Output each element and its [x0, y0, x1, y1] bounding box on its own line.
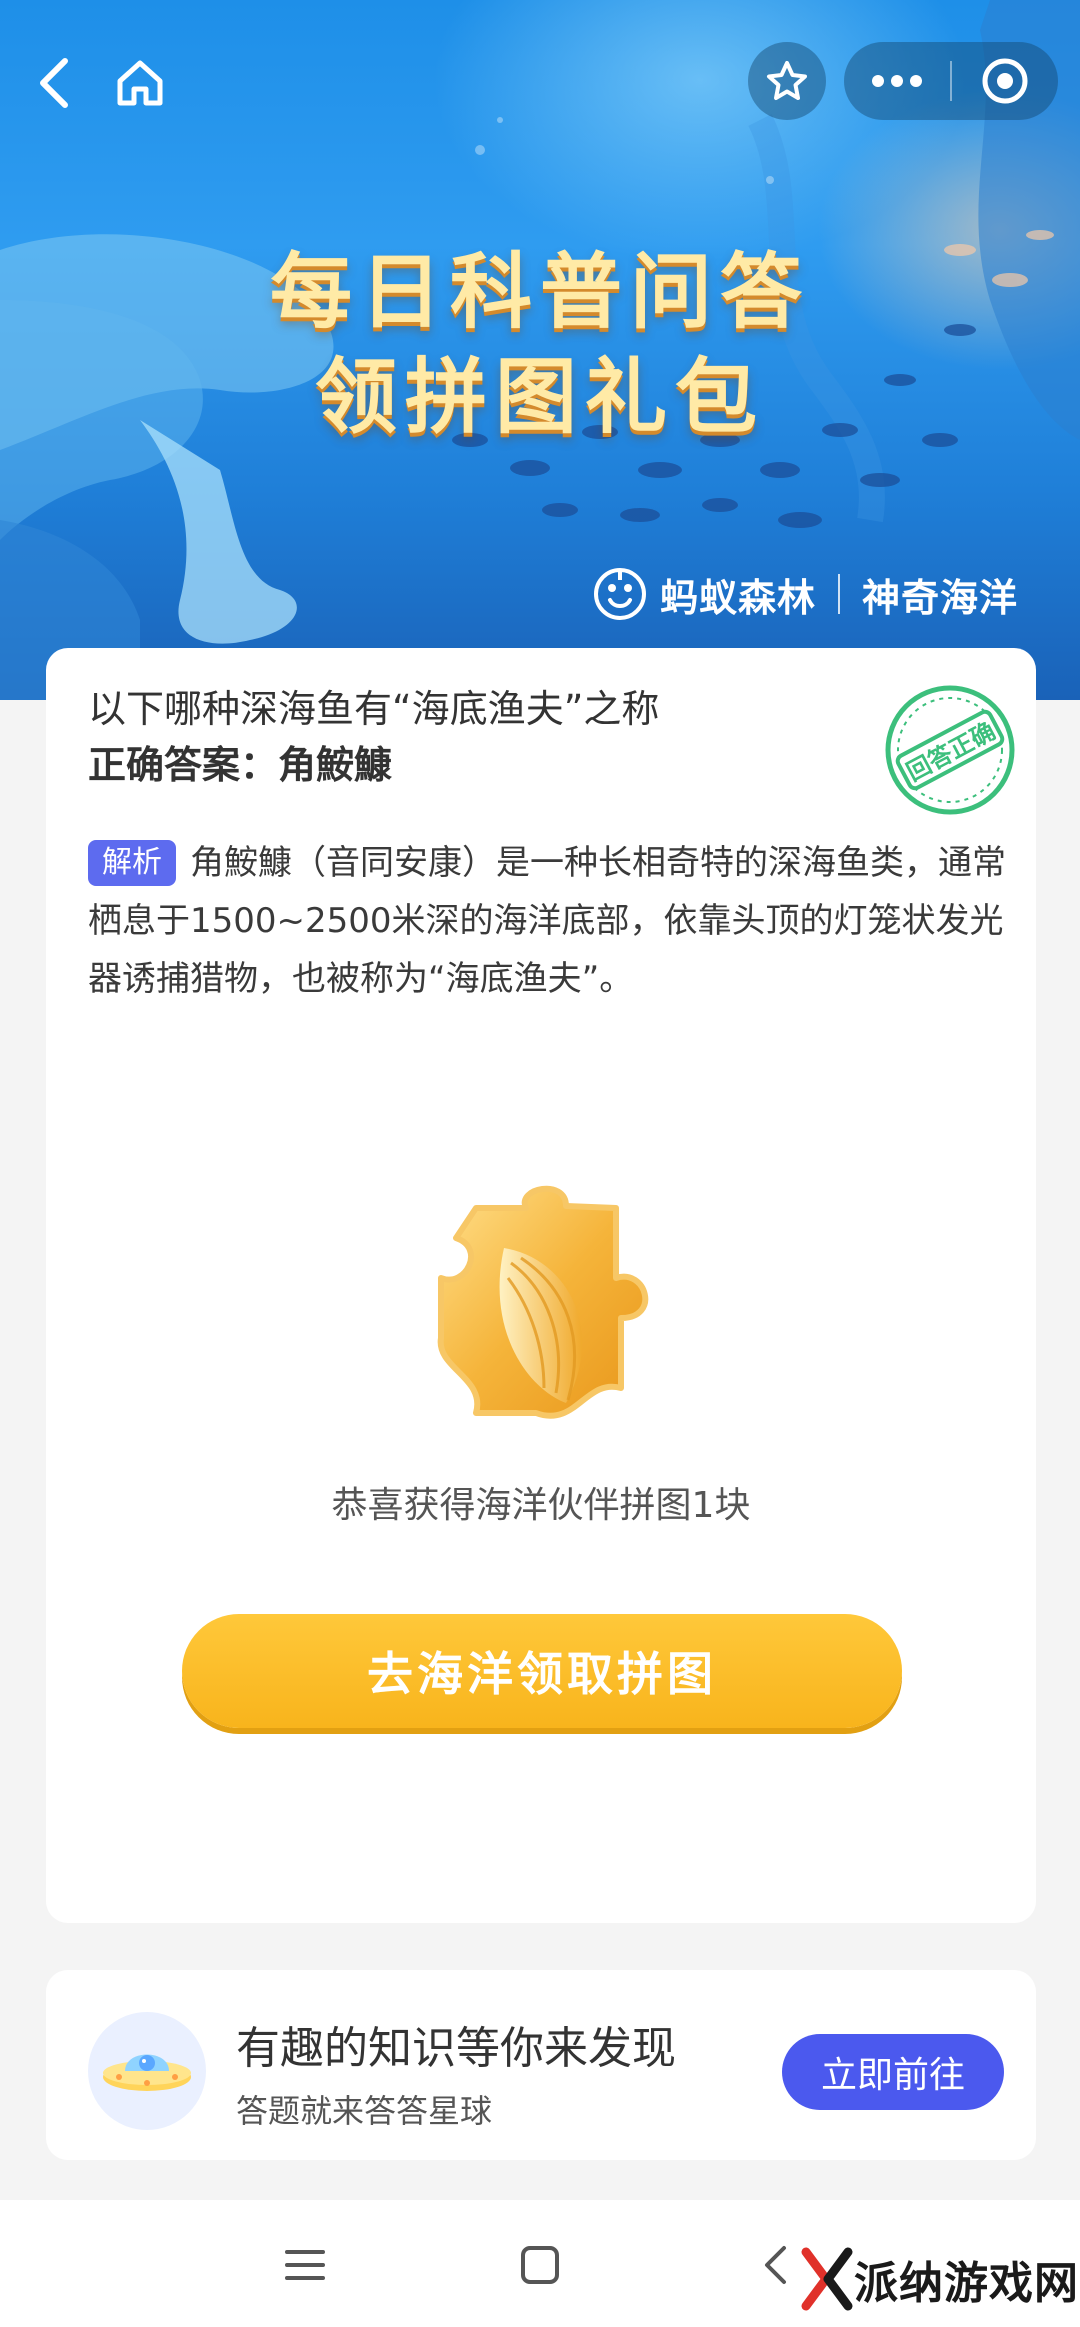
banner-title-line1: 每日科普问答: [269, 245, 810, 340]
home-button[interactable]: [105, 48, 175, 118]
puzzle-piece-icon: [437, 1185, 649, 1419]
correct-stamp-icon: 回答正确: [885, 685, 1015, 815]
recent-apps-button[interactable]: [270, 2230, 340, 2300]
watermark-text: 派纳游戏网: [854, 2257, 1079, 2309]
back-button[interactable]: [18, 48, 88, 118]
target-close-icon: [982, 58, 1028, 104]
claim-puzzle-button[interactable]: 去海洋领取拼图: [182, 1614, 902, 1728]
star-icon: [767, 61, 807, 100]
square-home-icon: [521, 2246, 559, 2284]
brand-lockup: 蚂蚁森林 神奇海洋: [592, 562, 1018, 626]
brand-magic-ocean: 神奇海洋: [862, 575, 1019, 620]
header-banner: 每日科普问答 领拼图礼包 蚂蚁森林 神奇海洋: [0, 0, 1080, 700]
promo-card[interactable]: 有趣的知识等你来发现 答题就来答答星球 立即前往: [46, 1970, 1036, 2160]
quiz-question: 以下哪种深海鱼有“海底渔夫”之称: [88, 687, 660, 731]
more-button[interactable]: [844, 42, 950, 120]
watermark-logo-icon: [801, 2247, 853, 2310]
more-dots-icon: [872, 75, 922, 87]
brand-separator: [838, 574, 841, 614]
menu-lines-icon: [285, 2250, 325, 2280]
mini-program-capsule: [844, 42, 1058, 120]
home-icon: [117, 60, 163, 106]
analysis-tag: 解析: [88, 840, 176, 886]
quiz-result-card: 以下哪种深海鱼有“海底渔夫”之称 正确答案：角鮟鱇 回答正确 解析 角鮟鱇（音同安…: [46, 648, 1036, 1923]
ant-forest-logo-icon: [594, 568, 646, 620]
promo-title: 有趣的知识等你来发现: [236, 2023, 676, 2074]
go-now-button[interactable]: 立即前往: [782, 2034, 1004, 2110]
back-chevron-icon: [765, 2246, 786, 2284]
analysis-text: 角鮟鱇（音同安康）是一种长相奇特的深海鱼类，通常栖息于1500~2500米深的海…: [88, 843, 1006, 999]
correct-answer: 正确答案：角鮟鱇: [88, 743, 393, 787]
site-watermark: 派纳游戏网: [800, 2230, 1080, 2327]
banner-title-line2: 领拼图礼包: [314, 350, 765, 445]
brand-ant-forest: 蚂蚁森林: [660, 575, 817, 620]
favorite-button[interactable]: [748, 42, 826, 120]
close-button[interactable]: [952, 42, 1058, 120]
chevron-left-icon: [40, 58, 68, 108]
system-home-button[interactable]: [505, 2230, 575, 2300]
promo-subtitle: 答题就来答答星球: [236, 2092, 493, 2130]
ufo-planet-icon: [103, 2054, 191, 2091]
analysis-block: 解析 角鮟鱇（音同安康）是一种长相奇特的深海鱼类，通常栖息于1500~2500米深…: [88, 834, 1008, 1008]
planet-avatar: [88, 2012, 206, 2130]
reward-message: 恭喜获得海洋伙伴拼图1块: [331, 1485, 751, 1526]
